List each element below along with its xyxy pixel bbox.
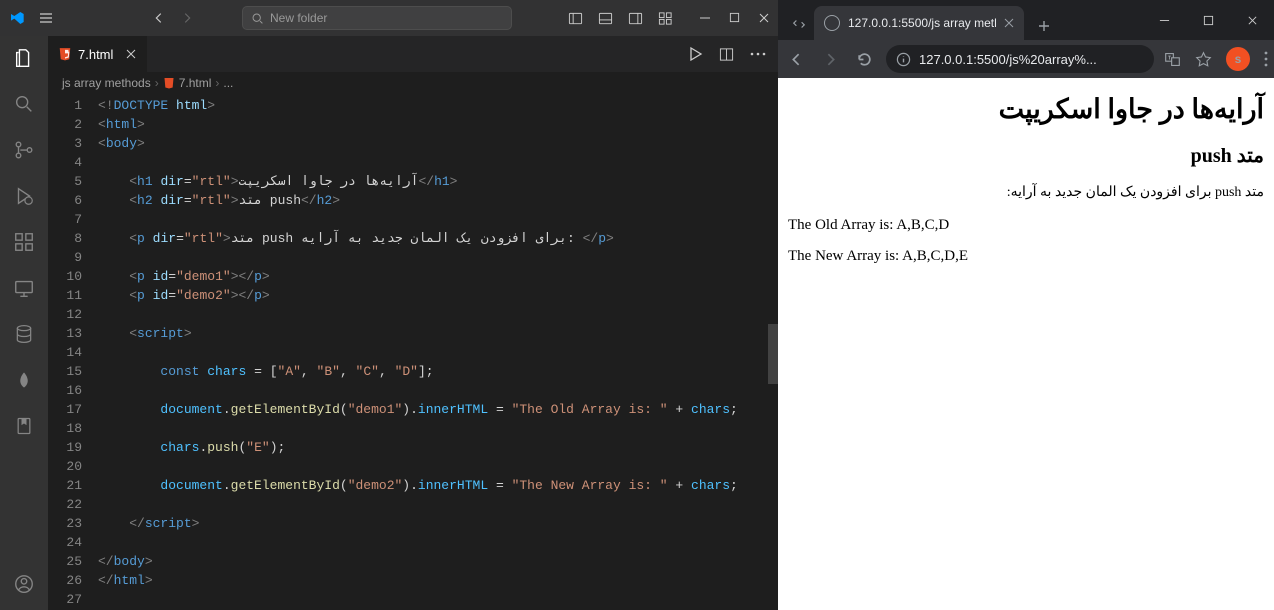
back-icon[interactable] (784, 51, 808, 68)
address-bar: 127.0.0.1:5500/js%20array%... s (778, 40, 1274, 78)
source-control-icon[interactable] (12, 138, 36, 162)
favicon-icon (824, 15, 840, 31)
search-icon (251, 12, 264, 25)
browser-window-controls (1142, 0, 1274, 40)
forward-icon[interactable] (818, 51, 842, 68)
browser-tab[interactable]: 127.0.0.1:5500/js array methods (814, 6, 1024, 40)
addrbar-actions: s (1164, 47, 1268, 71)
editor-tabs: 7.html (48, 36, 778, 72)
demo2-output: The New Array is: A,B,C,D,E (788, 248, 1264, 265)
crumb-more: ... (223, 76, 233, 90)
demo1-output: The Old Array is: A,B,C,D (788, 217, 1264, 234)
crumb-file: 7.html (179, 76, 212, 90)
extensions-icon[interactable] (12, 230, 36, 254)
chevron-right-icon: › (215, 76, 219, 90)
bookmark-icon[interactable] (12, 414, 36, 438)
tab-filename: 7.html (78, 47, 113, 62)
browser-window: 127.0.0.1:5500/js array methods 127.0.0.… (778, 0, 1274, 610)
customize-layout-icon[interactable] (657, 10, 673, 26)
back-icon[interactable] (152, 11, 166, 25)
run-debug-icon[interactable] (12, 184, 36, 208)
code-editor[interactable]: 1234567891011121314151617181920212223242… (48, 94, 778, 610)
close-icon[interactable] (758, 12, 770, 24)
new-tab-icon[interactable] (1030, 12, 1058, 40)
code-lines[interactable]: <!DOCTYPE html><html><body> <h1 dir="rtl… (98, 94, 768, 610)
close-icon[interactable] (1230, 0, 1274, 40)
accounts-icon[interactable] (12, 572, 36, 596)
page-h2: متد push (788, 143, 1264, 168)
tab-close-icon[interactable] (125, 48, 137, 60)
chrome-tabstrip: 127.0.0.1:5500/js array methods (778, 0, 1274, 40)
activity-bar (0, 36, 48, 610)
toggle-panel-right-icon[interactable] (627, 10, 643, 26)
translate-icon[interactable] (1164, 51, 1181, 68)
tab-7html[interactable]: 7.html (48, 36, 148, 72)
crumb-folder: js array methods (62, 76, 151, 90)
menu-icon[interactable] (1264, 51, 1268, 67)
reload-icon[interactable] (852, 51, 876, 68)
window-controls (699, 12, 770, 24)
profile-avatar[interactable]: s (1226, 47, 1250, 71)
chevron-right-icon: › (155, 76, 159, 90)
page-desc: متد push برای افزودن یک المان جدید به آر… (788, 184, 1264, 201)
page-h1: آرایه‌ها در جاوا اسکریپت (788, 94, 1264, 125)
tab-close-icon[interactable] (1004, 18, 1014, 28)
maximize-icon[interactable] (729, 12, 740, 24)
omnibox[interactable]: 127.0.0.1:5500/js%20array%... (886, 45, 1154, 73)
explorer-icon[interactable] (12, 46, 36, 70)
minimize-icon[interactable] (699, 12, 711, 24)
mongodb-icon[interactable] (12, 368, 36, 392)
tab-title: 127.0.0.1:5500/js array methods (848, 16, 996, 30)
tab-search-icon[interactable] (784, 8, 814, 40)
more-actions-icon[interactable] (750, 52, 766, 56)
bookmark-star-icon[interactable] (1195, 51, 1212, 68)
vscode-window: New folder (0, 0, 778, 610)
minimap[interactable] (768, 94, 778, 610)
url-text: 127.0.0.1:5500/js%20array%... (919, 52, 1097, 67)
breadcrumbs[interactable]: js array methods › 7.html › ... (48, 72, 778, 94)
run-icon[interactable] (687, 46, 703, 62)
command-center[interactable]: New folder (242, 6, 512, 30)
html5-icon (58, 47, 72, 61)
toggle-panel-bottom-icon[interactable] (597, 10, 613, 26)
line-numbers: 1234567891011121314151617181920212223242… (48, 94, 98, 610)
forward-icon[interactable] (180, 11, 194, 25)
split-editor-icon[interactable] (719, 47, 734, 62)
database-icon[interactable] (12, 322, 36, 346)
search-icon[interactable] (12, 92, 36, 116)
titlebar: New folder (0, 0, 778, 36)
rendered-page: آرایه‌ها در جاوا اسکریپت متد push متد pu… (778, 78, 1274, 610)
toggle-panel-left-icon[interactable] (567, 10, 583, 26)
maximize-icon[interactable] (1186, 0, 1230, 40)
minimize-icon[interactable] (1142, 0, 1186, 40)
remote-icon[interactable] (12, 276, 36, 300)
vscode-logo-icon (8, 9, 26, 27)
nav-arrows (152, 11, 194, 25)
minimap-thumb[interactable] (768, 324, 778, 384)
html5-icon (163, 77, 175, 89)
site-info-icon[interactable] (896, 52, 911, 67)
tab-actions (675, 36, 778, 72)
search-text: New folder (270, 11, 327, 25)
hamburger-menu-icon[interactable] (38, 10, 54, 26)
editor-area: 7.html js array methods › 7.html › ... 1… (48, 36, 778, 610)
layout-controls (567, 10, 673, 26)
